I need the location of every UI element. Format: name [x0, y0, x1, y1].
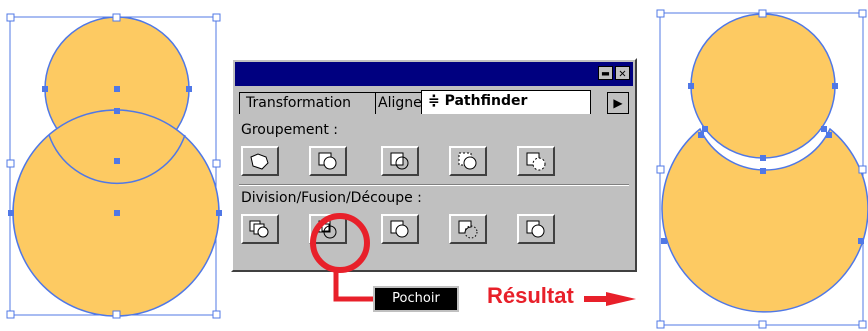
stencil-tooltip: Pochoir [373, 286, 459, 312]
result-arrow-icon [606, 292, 636, 306]
result-label: Résultat [487, 283, 574, 308]
result-arrow-shaft [584, 296, 608, 302]
highlight-circle [310, 213, 370, 273]
callout-overlay [310, 213, 636, 306]
leader-line [333, 270, 375, 302]
